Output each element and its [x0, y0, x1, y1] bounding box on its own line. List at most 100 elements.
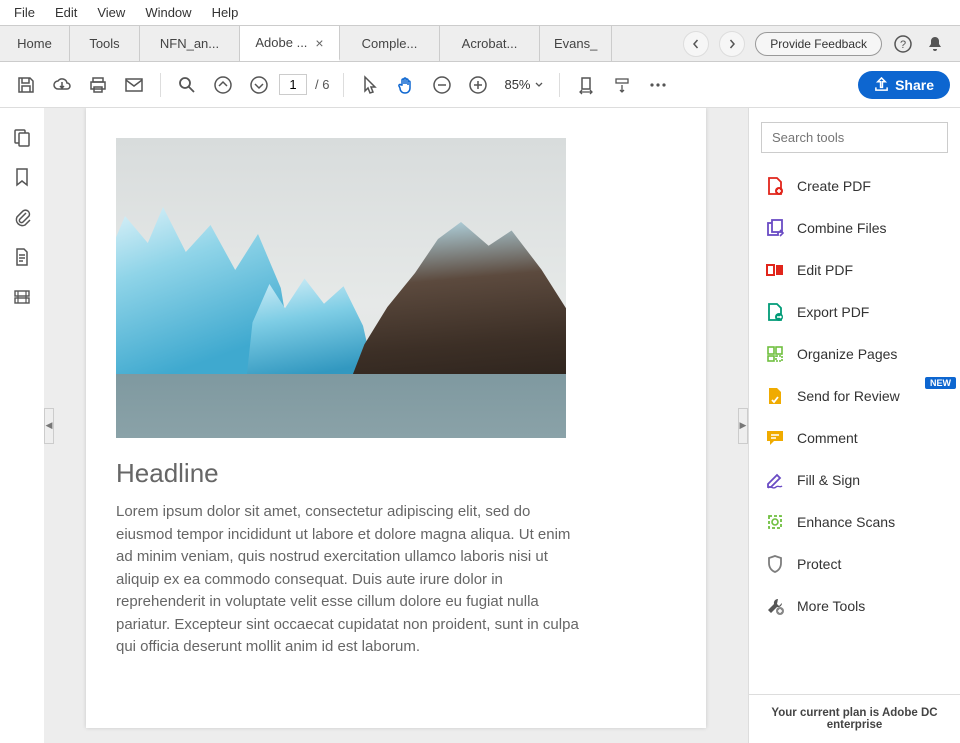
tool-item-label: Edit PDF: [797, 262, 853, 278]
toolbar: / 6 85% Share: [0, 62, 960, 108]
tab-document[interactable]: Acrobat...: [440, 26, 540, 61]
more-tools-icon: [765, 596, 785, 616]
bookmark-icon[interactable]: [11, 166, 33, 188]
tool-item[interactable]: Send for Review NEW: [749, 375, 960, 417]
tabbar-right: Provide Feedback ?: [669, 26, 960, 61]
save-icon[interactable]: [10, 69, 42, 101]
hero-image: [116, 138, 566, 438]
tab-label: Acrobat...: [462, 36, 518, 51]
tab-tools[interactable]: Tools: [70, 26, 140, 61]
menu-help[interactable]: Help: [202, 1, 249, 24]
page-number-input[interactable]: [279, 74, 307, 95]
tool-item[interactable]: Create PDF: [749, 165, 960, 207]
nav-prev-button[interactable]: [683, 31, 709, 57]
more-icon[interactable]: [642, 69, 674, 101]
menu-bar: File Edit View Window Help: [0, 0, 960, 26]
tool-item-label: Enhance Scans: [797, 514, 895, 530]
tool-item[interactable]: Comment: [749, 417, 960, 459]
tab-document[interactable]: NFN_an...: [140, 26, 240, 61]
comment-icon: [765, 428, 785, 448]
scroll-mode-icon[interactable]: [606, 69, 638, 101]
share-button[interactable]: Share: [858, 71, 950, 99]
collapse-right-handle[interactable]: ▶: [738, 408, 748, 444]
tab-bar: Home Tools NFN_an... Adobe ... × Comple.…: [0, 26, 960, 62]
tab-document[interactable]: Comple...: [340, 26, 440, 61]
main: ◀ Headline Lorem ipsum dolor sit amet, c…: [0, 108, 960, 743]
chevron-down-icon: [535, 82, 543, 88]
cloud-icon[interactable]: [46, 69, 78, 101]
tab-home[interactable]: Home: [0, 26, 70, 61]
layers-icon[interactable]: [11, 286, 33, 308]
tool-item[interactable]: Enhance Scans: [749, 501, 960, 543]
protect-icon: [765, 554, 785, 574]
document-pane[interactable]: ◀ Headline Lorem ipsum dolor sit amet, c…: [44, 108, 748, 743]
tool-item[interactable]: Organize Pages: [749, 333, 960, 375]
svg-text:?: ?: [900, 39, 906, 51]
menu-view[interactable]: View: [87, 1, 135, 24]
thumbnails-icon[interactable]: [11, 126, 33, 148]
page-total-label: / 6: [311, 77, 333, 92]
tools-list: Create PDF Combine Files Edit PDF Export PD…: [749, 161, 960, 694]
page-up-icon[interactable]: [207, 69, 239, 101]
page-body: Lorem ipsum dolor sit amet, consectetur …: [116, 501, 586, 659]
tab-label: Comple...: [362, 36, 418, 51]
collapse-left-handle[interactable]: ◀: [44, 408, 54, 444]
page: Headline Lorem ipsum dolor sit amet, con…: [86, 108, 706, 728]
tab-document[interactable]: Adobe ... ×: [240, 26, 340, 61]
organize-pages-icon: [765, 344, 785, 364]
zoom-dropdown[interactable]: 85%: [498, 77, 548, 92]
zoom-out-icon[interactable]: [426, 69, 458, 101]
fit-width-icon[interactable]: [570, 69, 602, 101]
tool-item-label: Protect: [797, 556, 841, 572]
hand-icon[interactable]: [390, 69, 422, 101]
print-icon[interactable]: [82, 69, 114, 101]
zoom-in-icon[interactable]: [462, 69, 494, 101]
share-icon: [874, 77, 889, 92]
feedback-button[interactable]: Provide Feedback: [755, 32, 882, 56]
search-icon[interactable]: [171, 69, 203, 101]
search-tools-field[interactable]: [761, 122, 948, 153]
search-tools-input[interactable]: [772, 130, 937, 145]
menu-window[interactable]: Window: [135, 1, 201, 24]
help-icon[interactable]: ?: [892, 33, 914, 55]
zoom-value: 85%: [504, 77, 530, 92]
tool-item-label: Fill & Sign: [797, 472, 860, 488]
pointer-icon[interactable]: [354, 69, 386, 101]
plan-info: Your current plan is Adobe DC enterprise: [749, 694, 960, 743]
tool-item[interactable]: Fill & Sign: [749, 459, 960, 501]
tool-item-label: Send for Review: [797, 388, 900, 404]
tab-label: NFN_an...: [160, 36, 219, 51]
send-review-icon: [765, 386, 785, 406]
tools-panel: Create PDF Combine Files Edit PDF Export PD…: [748, 108, 960, 743]
menu-edit[interactable]: Edit: [45, 1, 87, 24]
create-pdf-icon: [765, 176, 785, 196]
tool-item[interactable]: Combine Files: [749, 207, 960, 249]
tool-item[interactable]: Export PDF: [749, 291, 960, 333]
mail-icon[interactable]: [118, 69, 150, 101]
nav-next-button[interactable]: [719, 31, 745, 57]
page-down-icon[interactable]: [243, 69, 275, 101]
tab-label: Evans_: [554, 36, 597, 51]
tab-label: Adobe ...: [255, 35, 307, 50]
tool-item[interactable]: Protect: [749, 543, 960, 585]
tool-item-label: Comment: [797, 430, 858, 446]
enhance-scans-icon: [765, 512, 785, 532]
close-icon[interactable]: ×: [315, 35, 323, 51]
new-badge: NEW: [925, 377, 956, 389]
menu-file[interactable]: File: [4, 1, 45, 24]
tool-item[interactable]: More Tools: [749, 585, 960, 627]
tab-document[interactable]: Evans_: [540, 26, 612, 61]
edit-pdf-icon: [765, 260, 785, 280]
page-headline: Headline: [116, 458, 666, 489]
tool-item-label: More Tools: [797, 598, 865, 614]
document-icon[interactable]: [11, 246, 33, 268]
fill-sign-icon: [765, 470, 785, 490]
bell-icon[interactable]: [924, 33, 946, 55]
combine-files-icon: [765, 218, 785, 238]
tool-item-label: Create PDF: [797, 178, 871, 194]
attachment-icon[interactable]: [11, 206, 33, 228]
tool-item[interactable]: Edit PDF: [749, 249, 960, 291]
export-pdf-icon: [765, 302, 785, 322]
tool-item-label: Organize Pages: [797, 346, 897, 362]
tool-item-label: Combine Files: [797, 220, 886, 236]
